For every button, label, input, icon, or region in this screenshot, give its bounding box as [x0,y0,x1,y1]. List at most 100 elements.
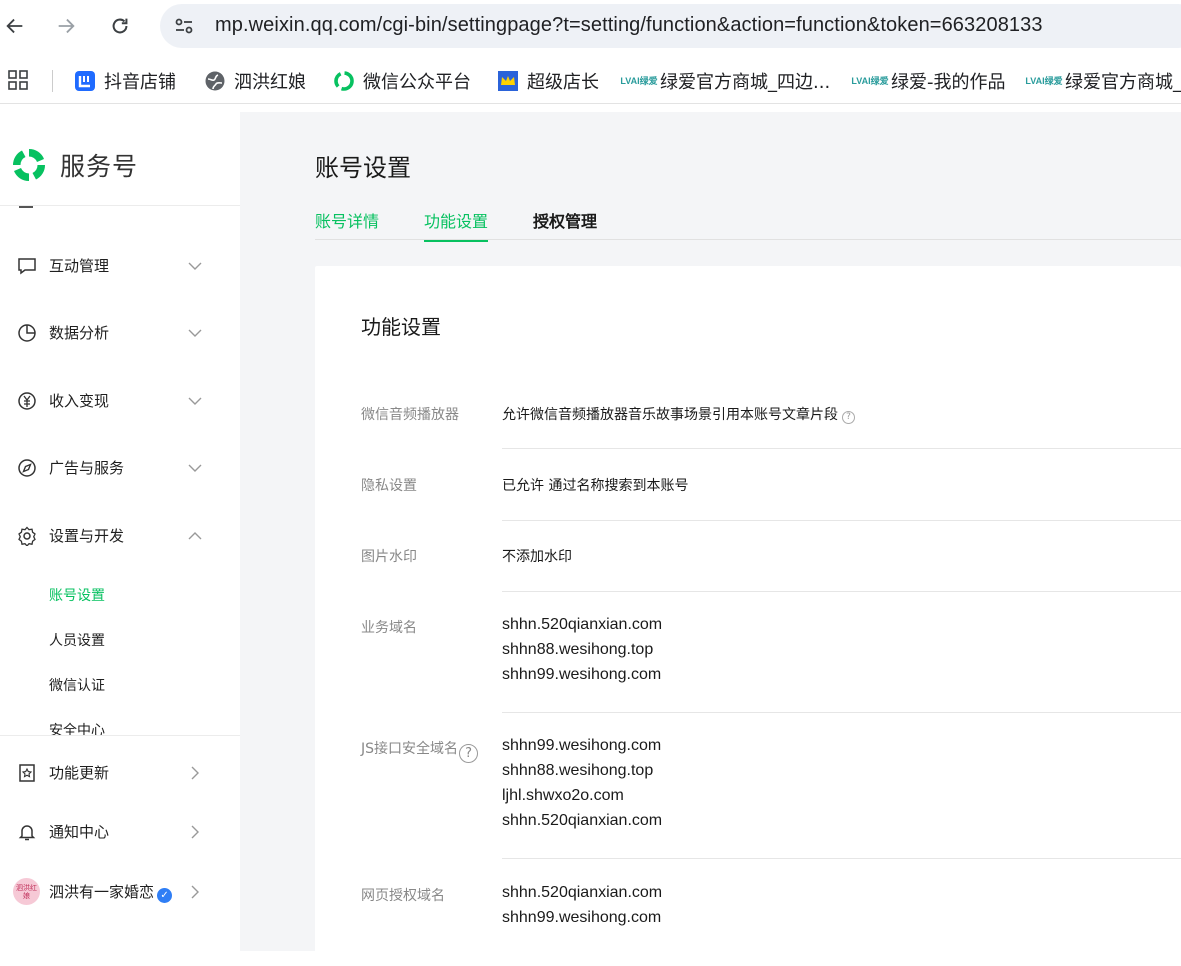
sidebar-item-label: 收入变现 [49,392,110,410]
oauth-domain-item: shhn99.wesihong.com [502,909,662,926]
sidebar: 服务号 互动管理 数据分析 收入变现 广告与服务 设置与开发 账号设置 人员设置… [0,112,240,951]
privacy-value: 已允许 通过名称搜索到本账号 [502,478,689,494]
business-domain-label: 业务域名 [361,620,417,636]
bookmark-lvai-works[interactable]: LVAI 绿爱 绿爱-我的作品 [851,68,1006,94]
sidebar-item-feature-updates[interactable]: 功能更新 [0,758,240,788]
tab-authorization[interactable]: 授权管理 [533,208,597,240]
chat-icon [18,258,36,275]
bookmark-label: 绿爱官方商城_四边... [660,72,831,93]
sidebar-item-label: 广告与服务 [49,459,125,477]
watermark-label: 图片水印 [361,549,417,565]
bookmark-label: 微信公众平台 [363,72,471,93]
browser-toolbar: mp.weixin.qq.com/cgi-bin/settingpage?t=s… [0,0,1181,52]
bookmark-lvai-mall-1[interactable]: LVAI 绿爱 绿爱官方商城_四边... [620,68,831,94]
tab-account-details[interactable]: 账号详情 [315,208,379,240]
bookmark-sihong-matchmaker[interactable]: 泗洪红娘 [204,68,306,94]
sidebar-subitem-security-center[interactable]: 安全中心 [49,720,105,736]
row-divider [502,520,1181,521]
update-icon [19,764,35,782]
service-account-logo-icon [12,148,46,182]
back-icon[interactable] [2,13,28,39]
url-text[interactable]: mp.weixin.qq.com/cgi-bin/settingpage?t=s… [215,14,1043,37]
bookmark-douyin-shop[interactable]: 抖音店铺 [74,68,176,94]
lvai-logo-icon: LVAI 绿爱 [851,75,889,86]
chevron-right-icon [191,825,199,839]
js-domain-item: shhn88.wesihong.top [502,762,654,779]
bookmarks-separator [52,70,53,92]
sidebar-subitem-wechat-verification[interactable]: 微信认证 [49,675,105,695]
chevron-up-icon [188,532,202,540]
bookmark-lvai-mall-2[interactable]: LVAI 绿爱 绿爱官方商城_ [1025,68,1181,94]
sidebar-item-ads-services[interactable]: 广告与服务 [0,453,240,483]
sidebar-subitem-account-settings[interactable]: 账号设置 [49,585,105,605]
business-domain-item: shhn88.wesihong.top [502,641,654,658]
bookmark-wechat-mp[interactable]: 微信公众平台 [333,68,471,94]
douyin-shop-icon [74,70,96,92]
js-domain-label: JS接口安全域名? [361,738,479,763]
chevron-down-icon [188,262,202,270]
business-domain-item: shhn.520qianxian.com [502,616,663,633]
privacy-label: 隐私设置 [361,478,417,494]
sidebar-item-label: 数据分析 [49,324,110,342]
bell-icon [18,825,36,841]
bookmark-label: 绿爱官方商城_ [1065,72,1181,93]
row-divider [502,858,1181,859]
bookmark-label: 泗洪红娘 [234,72,306,93]
sidebar-subitem-member-settings[interactable]: 人员设置 [49,630,105,650]
sidebar-item-label: 互动管理 [49,257,110,275]
bookmark-super-manager[interactable]: 超级店长 [497,68,599,94]
js-domain-item: shhn99.wesihong.com [502,737,662,754]
lvai-logo-icon: LVAI 绿爱 [620,75,658,86]
scroll-clip-edge [19,206,33,208]
address-bar[interactable]: mp.weixin.qq.com/cgi-bin/settingpage?t=s… [160,4,1181,48]
chevron-down-icon [188,464,202,472]
oauth-domain-item: shhn.520qianxian.com [502,884,663,901]
card-title: 功能设置 [361,315,441,339]
js-domain-item: ljhl.shwxo2o.com [502,787,624,804]
audio-player-label: 微信音频播放器 [361,407,459,423]
tab-bar: 账号详情 功能设置 授权管理 [315,208,1181,242]
pie-chart-icon [18,324,36,342]
forward-icon[interactable] [53,13,79,39]
settings-card: 功能设置 微信音频播放器 允许微信音频播放器音乐故事场景引用本账号文章片段? 隐… [315,266,1181,966]
site-info-icon[interactable] [172,14,196,38]
globe-icon [204,70,226,92]
gear-icon [18,526,36,546]
bookmarks-bar: 抖音店铺 泗洪红娘 微信公众平台 超级店长 LVAI 绿爱 绿爱官方商城_四边..… [0,58,1181,104]
oauth-domain-label: 网页授权域名 [361,888,445,904]
account-switcher[interactable]: 泗洪有一家婚恋 ✓ [0,877,240,907]
sidebar-divider [0,205,240,206]
chevron-right-icon [191,766,199,780]
sidebar-item-label: 设置与开发 [49,527,125,545]
apps-grid-icon[interactable] [8,70,28,90]
main-content: 账号设置 账号详情 功能设置 授权管理 功能设置 微信音频播放器 允许微信音频播… [240,112,1181,966]
sidebar-item-label: 通知中心 [49,823,110,841]
row-divider [502,448,1181,449]
brand-name: 服务号 [60,152,139,181]
row-divider [502,712,1181,713]
chevron-down-icon [188,397,202,405]
account-name: 泗洪有一家婚恋 ✓ [49,881,173,903]
help-icon[interactable]: ? [459,744,479,763]
bookmark-label: 绿爱-我的作品 [891,72,1006,93]
wechat-mp-icon [333,70,355,92]
js-domain-item: shhn.520qianxian.com [502,812,663,829]
business-domain-item: shhn99.wesihong.com [502,666,662,683]
sidebar-item-notifications[interactable]: 通知中心 [0,817,240,847]
tab-feature-settings[interactable]: 功能设置 [424,208,489,242]
sidebar-item-analytics[interactable]: 数据分析 [0,318,240,348]
reload-icon[interactable] [107,13,133,39]
sidebar-item-settings-dev[interactable]: 设置与开发 [0,521,240,551]
row-divider [502,591,1181,592]
crown-icon [497,70,519,92]
chevron-right-icon [191,885,199,899]
sidebar-item-interaction[interactable]: 互动管理 [0,251,240,281]
yen-icon [18,392,36,410]
sidebar-divider [0,735,240,736]
chevron-down-icon [188,329,202,337]
sidebar-item-monetization[interactable]: 收入变现 [0,386,240,416]
help-icon[interactable]: ? [842,410,855,424]
brand-logo[interactable]: 服务号 [10,146,138,184]
verified-badge-icon: ✓ [157,888,173,903]
bookmark-label: 超级店长 [527,72,599,93]
